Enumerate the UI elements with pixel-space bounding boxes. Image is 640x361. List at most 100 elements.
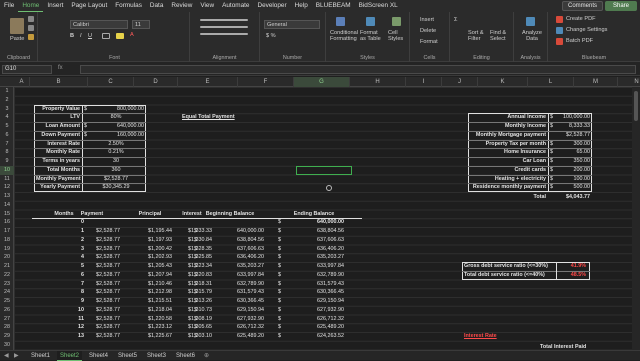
autosum-icon[interactable]: Σ (454, 17, 457, 23)
align-top-icon[interactable] (200, 19, 248, 21)
align-middle-icon[interactable] (200, 26, 248, 28)
row-header-15[interactable]: 15 (0, 210, 14, 219)
row-header-18[interactable]: 18 (0, 236, 14, 245)
row-header-19[interactable]: 19 (0, 245, 14, 254)
ribbon-tab-page-layout[interactable]: Page Layout (67, 0, 111, 12)
row-header-25[interactable]: 25 (0, 297, 14, 306)
ribbon-tab-view[interactable]: View (196, 0, 218, 12)
sort-filter-button[interactable]: Sort & Filter (468, 30, 490, 42)
column-header-d[interactable]: D (134, 77, 178, 87)
create-pdf-button[interactable]: Create PDF (566, 16, 596, 22)
ribbon-tab-home[interactable]: Home (18, 1, 44, 12)
row-header-22[interactable]: 22 (0, 271, 14, 280)
row-header-4[interactable]: 4 (0, 113, 14, 122)
delete-cells-button[interactable]: Delete (420, 28, 436, 34)
number-format-select[interactable]: General (264, 20, 320, 29)
column-header-a[interactable]: A (14, 77, 30, 87)
column-header-f[interactable]: F (238, 77, 294, 87)
name-box[interactable]: G10 (2, 65, 52, 74)
row-header-16[interactable]: 16 (0, 218, 14, 227)
row-header-23[interactable]: 23 (0, 280, 14, 289)
row-header-21[interactable]: 21 (0, 262, 14, 271)
cell-styles-icon[interactable] (392, 17, 401, 26)
column-header-e[interactable]: E (178, 77, 238, 87)
row-header-6[interactable]: 6 (0, 131, 14, 140)
row-header-12[interactable]: 12 (0, 183, 14, 192)
row-header-8[interactable]: 8 (0, 148, 14, 157)
column-header-m[interactable]: M (574, 77, 618, 87)
copy-icon[interactable] (28, 25, 34, 31)
analyze-data-icon[interactable] (526, 17, 535, 26)
row-header-17[interactable]: 17 (0, 227, 14, 236)
change-settings-button[interactable]: Change Settings (566, 27, 607, 33)
column-header-n[interactable]: N (618, 77, 640, 87)
underline-icon[interactable]: U (88, 33, 92, 39)
align-bottom-icon[interactable] (200, 33, 248, 35)
scroll-thumb[interactable] (634, 91, 638, 121)
selected-cell[interactable] (296, 165, 352, 175)
font-color-icon[interactable]: A (130, 32, 134, 38)
ribbon-tab-review[interactable]: Review (167, 0, 196, 12)
share-button[interactable]: Share (605, 1, 637, 11)
cell-styles-button[interactable]: Cell Styles (388, 30, 406, 42)
row-header-20[interactable]: 20 (0, 253, 14, 262)
row-header-10[interactable]: 10 (0, 165, 14, 175)
conditional-formatting-icon[interactable] (336, 17, 345, 26)
analyze-data-button[interactable]: Analyze Data (519, 30, 545, 42)
conditional-formatting-button[interactable]: Conditional Formatting (330, 30, 358, 42)
format-painter-icon[interactable] (28, 34, 34, 40)
column-header-c[interactable]: C (88, 77, 134, 87)
ribbon-tab-help[interactable]: Help (291, 0, 312, 12)
format-as-table-icon[interactable] (366, 17, 375, 26)
row-header-26[interactable]: 26 (0, 306, 14, 315)
batch-pdf-button[interactable]: Batch PDF (566, 38, 593, 44)
row-header-27[interactable]: 27 (0, 315, 14, 324)
font-name-select[interactable]: Calibri (70, 20, 128, 29)
paste-icon[interactable] (10, 18, 24, 34)
fill-color-icon[interactable] (116, 33, 124, 39)
comments-button[interactable]: Comments (561, 1, 603, 11)
row-header-13[interactable]: 13 (0, 192, 14, 201)
find-select-button[interactable]: Find & Select (490, 30, 512, 42)
spreadsheet-grid[interactable]: Property Value $800,000.00 LTV 80% Loan Amou… (14, 87, 640, 350)
insert-cells-button[interactable]: Insert (420, 17, 434, 23)
row-header-14[interactable]: 14 (0, 201, 14, 210)
row-header-5[interactable]: 5 (0, 122, 14, 131)
batch-pdf-icon[interactable] (556, 38, 563, 45)
row-header-11[interactable]: 11 (0, 175, 14, 184)
column-header-b[interactable]: B (30, 77, 88, 87)
ribbon-tab-file[interactable]: File (0, 0, 18, 12)
column-header-l[interactable]: L (528, 77, 574, 87)
row-header-24[interactable]: 24 (0, 288, 14, 297)
ribbon-tab-insert[interactable]: Insert (43, 0, 67, 12)
column-header-j[interactable]: J (442, 77, 478, 87)
vertical-scrollbar[interactable] (632, 87, 640, 350)
ribbon-tab-data[interactable]: Data (146, 0, 168, 12)
italic-icon[interactable]: I (80, 33, 82, 39)
ribbon-tab-bluebeam[interactable]: BLUEBEAM (312, 0, 355, 12)
column-header-g[interactable]: G (294, 77, 350, 87)
format-cells-button[interactable]: Format (420, 39, 438, 45)
column-header-h[interactable]: H (350, 77, 406, 87)
formula-input[interactable] (80, 65, 636, 74)
row-header-1[interactable]: 1 (0, 87, 14, 96)
row-header-28[interactable]: 28 (0, 323, 14, 332)
cut-icon[interactable] (28, 16, 34, 22)
currency-icon[interactable]: $ % (266, 33, 276, 39)
create-pdf-icon[interactable] (556, 16, 563, 23)
borders-icon[interactable] (102, 33, 110, 39)
change-settings-icon[interactable] (556, 27, 563, 34)
row-header-9[interactable]: 9 (0, 157, 14, 166)
column-header-k[interactable]: K (478, 77, 528, 87)
ribbon-tab-bidscreen-xl[interactable]: BidScreen XL (355, 0, 402, 12)
font-size-select[interactable]: 11 (132, 20, 150, 29)
ribbon-tab-automate[interactable]: Automate (218, 0, 253, 12)
ribbon-tab-formulas[interactable]: Formulas (111, 0, 146, 12)
row-header-3[interactable]: 3 (0, 105, 14, 114)
row-header-2[interactable]: 2 (0, 96, 14, 105)
ribbon-tab-developer[interactable]: Developer (253, 0, 290, 12)
row-header-7[interactable]: 7 (0, 140, 14, 149)
column-header-i[interactable]: I (406, 77, 442, 87)
row-header-29[interactable]: 29 (0, 332, 14, 341)
row-header-30[interactable]: 30 (0, 341, 14, 350)
